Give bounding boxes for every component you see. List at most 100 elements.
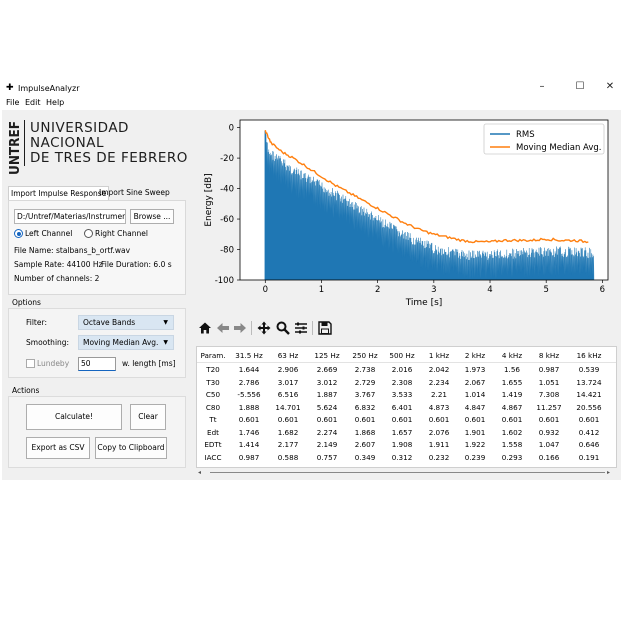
window-length-input[interactable]: 50 (78, 357, 116, 371)
table-cell: 0.601 (391, 415, 413, 424)
scroll-left-icon[interactable]: ◂ (198, 470, 204, 476)
home-icon[interactable] (198, 321, 212, 339)
table-cell: 2.669 (316, 365, 338, 374)
table-cell: 2.21 (430, 390, 447, 399)
export-csv-button[interactable]: Export as CSV (26, 437, 90, 459)
table-cell: 3.767 (354, 390, 376, 399)
app-icon: ✚ (6, 83, 14, 93)
pan-icon[interactable] (257, 321, 271, 339)
maximize-button[interactable]: ☐ (570, 81, 590, 95)
table-cell: 1.682 (277, 427, 299, 437)
minimize-button[interactable]: – (532, 81, 552, 95)
table-cell: 2.149 (316, 440, 338, 449)
table-cell: 6.516 (277, 390, 299, 399)
zoom-icon[interactable] (276, 321, 290, 339)
table-cell: 1.922 (464, 440, 486, 449)
table-cell: 1.051 (538, 377, 560, 387)
table-cell: 7.308 (538, 390, 560, 399)
table-cell: 1.887 (316, 390, 338, 399)
table-cell: 3.012 (316, 377, 338, 387)
table-cell: 0.601 (277, 415, 299, 424)
horizontal-scrollbar[interactable]: ◂ ▸ (196, 468, 615, 476)
table-header: 16 kHz (576, 351, 602, 360)
table-cell: 1.047 (538, 440, 560, 449)
scroll-right-icon[interactable]: ▸ (607, 470, 613, 476)
table-cell: 0.232 (428, 452, 450, 462)
save-icon[interactable] (318, 321, 332, 339)
table-header: 500 Hz (389, 351, 415, 360)
table-cell: 2.607 (354, 440, 376, 449)
legend-entry: Moving Median Avg. (516, 143, 601, 153)
scrollbar-thumb[interactable] (210, 472, 605, 473)
table-cell: 4.867 (501, 402, 523, 412)
toolbar-divider (312, 321, 313, 335)
smoothing-select[interactable]: Moving Median Avg. ▼ (78, 335, 174, 350)
table-cell: 0.987 (538, 365, 560, 374)
table-cell: 2.177 (277, 440, 299, 449)
smoothing-value: Moving Median Avg. (83, 338, 159, 347)
right-channel-radio[interactable] (84, 229, 93, 238)
filter-select[interactable]: Octave Bands ▼ (78, 315, 174, 330)
y-tick-label: -80 (220, 246, 234, 256)
forward-arrow-icon[interactable] (233, 321, 247, 339)
table-cell: 0.757 (316, 452, 338, 462)
logo-line-2: NACIONAL (30, 135, 104, 151)
results-table: Param. 31.5 Hz 63 Hz 125 Hz 250 Hz 500 Hz 1 kH… (196, 346, 617, 468)
table-cell: 2.016 (391, 365, 413, 374)
table-cell: 3.533 (391, 390, 413, 399)
row-param: IACC (204, 452, 222, 462)
close-button[interactable]: ✕ (600, 81, 620, 95)
chevron-down-icon: ▼ (163, 319, 168, 326)
filter-label: Filter: (26, 318, 47, 327)
configure-icon[interactable] (294, 321, 308, 339)
table-cell: 0.349 (354, 452, 376, 462)
clear-button[interactable]: Clear (130, 404, 166, 430)
tab-import-sine-sweep[interactable]: Import Sine Sweep (97, 186, 172, 200)
table-header: 2 kHz (464, 351, 486, 360)
tab-import-impulse-response[interactable]: Import Impulse Response (8, 186, 110, 201)
menu-edit[interactable]: Edit (25, 98, 41, 107)
table-cell: 0.601 (238, 415, 260, 424)
table-cell: 0.239 (464, 452, 486, 462)
file-path-input[interactable]: D:/Untref/Materias/Instrument (14, 209, 126, 224)
table-cell: 0.601 (464, 415, 486, 424)
left-channel-radio[interactable] (14, 229, 23, 238)
table-cell: 1.973 (464, 365, 486, 374)
sample-rate-text: Sample Rate: 44100 Hz (14, 260, 103, 269)
table-cell: 1.888 (238, 402, 260, 412)
table-cell: 0.588 (277, 452, 299, 462)
chevron-down-icon: ▼ (163, 339, 168, 346)
table-cell: 0.601 (578, 415, 600, 424)
table-header: 63 Hz (277, 351, 299, 360)
table-cell: 1.602 (501, 427, 523, 437)
table-cell: -5.556 (237, 390, 261, 399)
menu-help[interactable]: Help (46, 98, 64, 107)
table-cell: 20.556 (576, 402, 602, 412)
row-param: EDTt (204, 440, 222, 449)
svg-text:UNTREF: UNTREF (8, 121, 22, 175)
back-arrow-icon[interactable] (216, 321, 230, 339)
table-cell: 2.738 (354, 365, 376, 374)
title-bar (0, 80, 623, 98)
table-cell: 4.873 (428, 402, 450, 412)
table-cell: 1.655 (501, 377, 523, 387)
table-cell: 6.401 (391, 402, 413, 412)
lundeby-checkbox[interactable] (26, 359, 35, 368)
table-cell: 0.601 (316, 415, 338, 424)
file-duration-text: File Duration: 6.0 s (101, 260, 172, 269)
table-cell: 2.906 (277, 365, 299, 374)
x-tick-label: 0 (263, 285, 268, 295)
table-cell: 14.701 (275, 402, 301, 412)
calculate-button[interactable]: Calculate! (26, 404, 122, 430)
copy-clipboard-button[interactable]: Copy to Clipboard (95, 437, 167, 459)
legend-entry: RMS (516, 130, 535, 140)
table-cell: 2.308 (391, 377, 413, 387)
row-param: T30 (206, 377, 220, 387)
header-divider (197, 362, 616, 363)
x-tick-label: 1 (319, 285, 324, 295)
menu-file[interactable]: File (6, 98, 19, 107)
file-name-text: File Name: stalbans_b_ortf.wav (14, 246, 131, 255)
row-param: Tt (209, 415, 217, 424)
browse-button[interactable]: Browse ... (130, 209, 174, 224)
table-cell: 0.601 (501, 415, 523, 424)
